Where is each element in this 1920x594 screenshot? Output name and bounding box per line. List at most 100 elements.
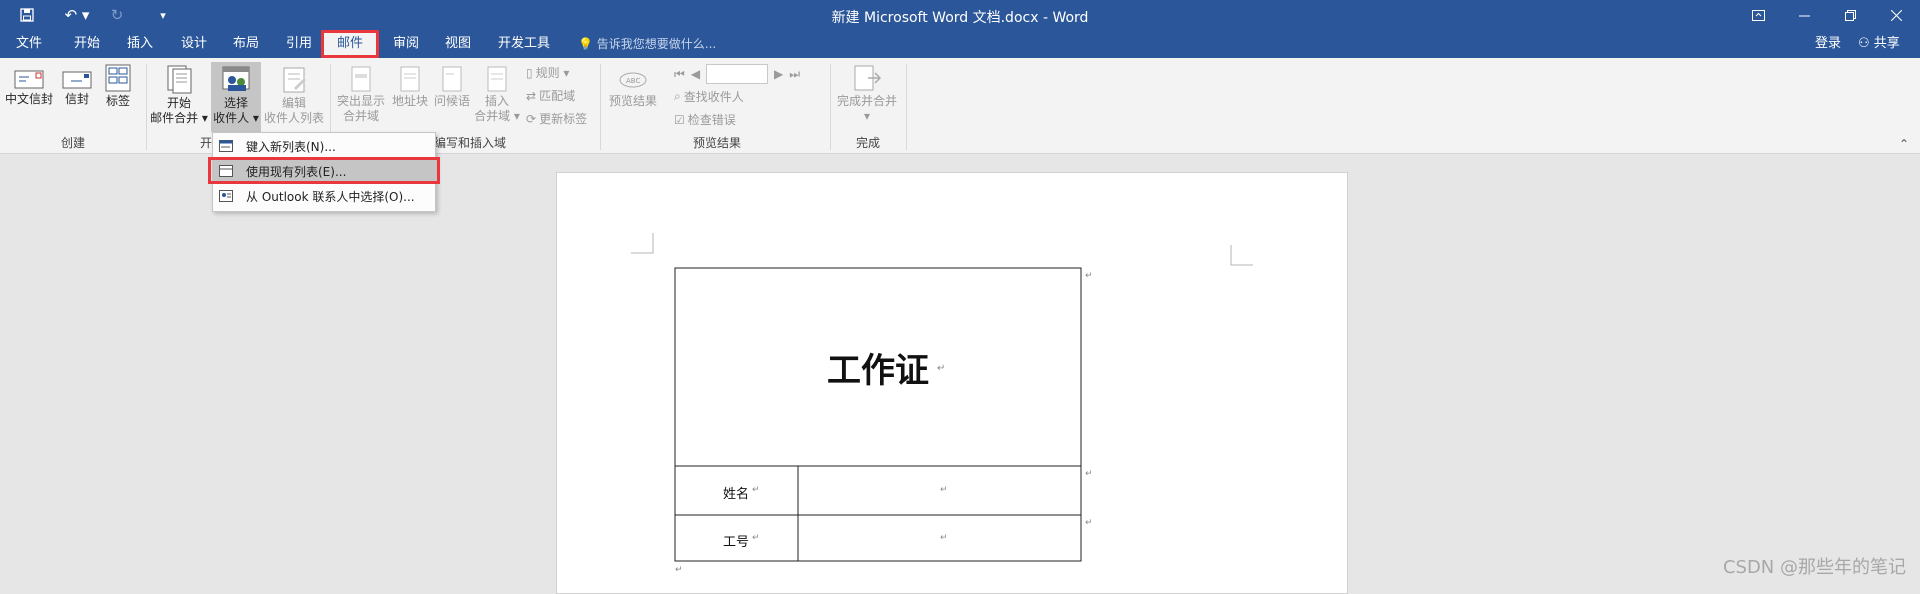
match-fields-label: 匹配域 (539, 89, 576, 103)
insert-merge-field-button: 插入 合并域 ▾ (474, 66, 520, 124)
paragraph-mark: ↵ (675, 565, 683, 575)
finish-merge-button: 完成并合并 ▾ (834, 64, 900, 124)
rules-icon: ▯ (526, 65, 533, 80)
paragraph-mark: ↵ (940, 533, 948, 543)
tab-developer[interactable]: 开发工具 (490, 30, 558, 58)
group-separator (600, 64, 601, 150)
chinese-envelope-label: 中文信封 (4, 92, 53, 106)
highlight-fields-icon (351, 66, 371, 92)
labels-label: 标签 (105, 94, 130, 108)
chinese-envelope-button[interactable]: 中文信封 (4, 68, 54, 107)
record-number-input (706, 64, 769, 84)
finish-merge-icon (854, 65, 882, 91)
select-recipients-label-2: 收件人 ▾ (213, 111, 259, 125)
tab-view[interactable]: 视图 (432, 30, 484, 58)
outlook-contacts-icon (219, 190, 233, 202)
labels-icon (105, 64, 131, 92)
rules-label: 规则 ▾ (535, 66, 570, 80)
start-mail-merge-button[interactable]: 开始 邮件合并 ▾ (150, 64, 208, 126)
sign-in-link[interactable]: 登录 (1815, 30, 1841, 58)
document-page[interactable]: 工作证 ↵ 姓名 ↵ ↵ 工号 ↵ ↵ ↵ ↵ ↵ ↵ (556, 172, 1348, 594)
title-bar: ↶ ▾ ↻ ▾ 新建 Microsoft Word 文档.docx - Word (0, 0, 1920, 30)
select-recipients-label-1: 选择 (223, 96, 248, 110)
tab-references[interactable]: 引用 (273, 30, 325, 58)
paragraph-mark: ↵ (1085, 518, 1093, 528)
collapse-ribbon-icon[interactable]: ⌃ (1899, 137, 1909, 151)
preview-results-button: ABC 预览结果 (604, 68, 662, 109)
match-fields-icon: ⇄ (526, 88, 537, 103)
lightbulb-icon: 💡 (578, 37, 593, 51)
next-record-icon: ▶ (774, 67, 784, 81)
group-separator (146, 64, 147, 150)
start-mail-merge-label-1: 开始 (166, 96, 191, 110)
update-labels-button: ⟳ 更新标签 (526, 110, 587, 127)
address-block-icon (400, 66, 420, 92)
watermark: CSDN @那些年的笔记 (1722, 557, 1906, 578)
window-title: 新建 Microsoft Word 文档.docx - Word (831, 10, 1089, 26)
labels-button[interactable]: 标签 (100, 64, 136, 109)
paragraph-mark: ↵ (752, 485, 760, 495)
paragraph-mark: ↵ (752, 533, 760, 543)
tab-layout[interactable]: 布局 (220, 30, 272, 58)
tell-me-search[interactable]: 💡 告诉我您想要做什么... (578, 30, 716, 58)
document-title: 工作证 (827, 351, 929, 391)
ribbon-display-options-icon[interactable] (1735, 0, 1781, 30)
highlight-merge-fields-button: 突出显示 合并域 (334, 66, 388, 124)
preview-icon: ABC (619, 72, 647, 88)
record-navigation: ⏮ ◀ ▶ ⏭ (674, 64, 800, 84)
group-create-label: 创建 (60, 136, 85, 150)
tab-review[interactable]: 审阅 (380, 30, 432, 58)
match-fields-button: ⇄ 匹配域 (526, 87, 575, 104)
paragraph-mark: ↵ (1085, 271, 1093, 281)
restore-icon[interactable] (1827, 0, 1873, 30)
share-button[interactable]: ⚇ 共享 (1858, 30, 1900, 58)
tell-me-placeholder: 告诉我您想要做什么... (596, 37, 717, 51)
envelopes-button[interactable]: 信封 (60, 68, 94, 107)
tab-design[interactable]: 设计 (168, 30, 220, 58)
update-labels-icon: ⟳ (526, 111, 537, 126)
ribbon-tab-bar: 文件 开始 插入 设计 布局 引用 邮件 审阅 视图 开发工具 💡 告诉我您想要… (0, 30, 1920, 58)
start-mail-merge-label-2: 邮件合并 ▾ (150, 111, 208, 125)
edit-recipient-list-label-2: 收件人列表 (264, 111, 325, 125)
menu-item-choose-outlook-contacts[interactable]: 从 Outlook 联系人中选择(O)... (213, 185, 435, 209)
greeting-line-label: 问候语 (433, 94, 470, 108)
group-separator (830, 64, 831, 150)
person-icon: ⚇ (1858, 36, 1870, 51)
document-table-lines (631, 233, 1253, 562)
tab-mailings[interactable]: 邮件 (321, 30, 379, 58)
envelopes-label: 信封 (64, 92, 89, 106)
envelope-icon (62, 71, 92, 89)
highlight-label-2: 合并域 (342, 109, 379, 123)
close-icon[interactable] (1873, 0, 1919, 30)
start-mail-merge-icon (167, 65, 192, 94)
envelope-icon (14, 70, 44, 89)
paragraph-mark: ↵ (937, 363, 946, 374)
find-recipient-icon: ⌕ (674, 89, 681, 103)
edit-list-icon (283, 67, 306, 93)
menu-item-label: 键入新列表(N)... (246, 140, 336, 154)
highlight-frame (208, 157, 440, 184)
finish-merge-arrow: ▾ (863, 109, 871, 123)
menu-item-type-new-list[interactable]: 键入新列表(N)... (213, 135, 435, 159)
group-write-insert-fields-label: 编写和插入域 (433, 136, 506, 150)
check-errors-label: 检查错误 (687, 113, 736, 127)
highlight-label-1: 突出显示 (336, 94, 385, 108)
tab-insert[interactable]: 插入 (114, 30, 166, 58)
group-separator (906, 64, 907, 150)
select-recipients-button[interactable]: 选择 收件人 ▾ (211, 62, 261, 132)
select-recipients-icon (222, 66, 250, 91)
menu-item-label: 从 Outlook 联系人中选择(O)... (246, 190, 415, 204)
insert-field-label-1: 插入 (484, 94, 509, 108)
finish-merge-label: 完成并合并 (836, 94, 897, 108)
edit-recipient-list-button: 编辑 收件人列表 (264, 66, 324, 126)
find-recipient-label: 查找收件人 (683, 90, 744, 104)
new-list-icon (219, 140, 233, 152)
share-label: 共享 (1873, 36, 1900, 51)
tab-home[interactable]: 开始 (60, 30, 114, 58)
paragraph-mark: ↵ (940, 485, 948, 495)
paragraph-mark: ↵ (1085, 469, 1093, 479)
tab-file[interactable]: 文件 (4, 30, 54, 58)
update-labels-label: 更新标签 (539, 112, 588, 126)
id-field-label: 工号 (723, 535, 750, 550)
minimize-icon[interactable] (1781, 0, 1827, 30)
